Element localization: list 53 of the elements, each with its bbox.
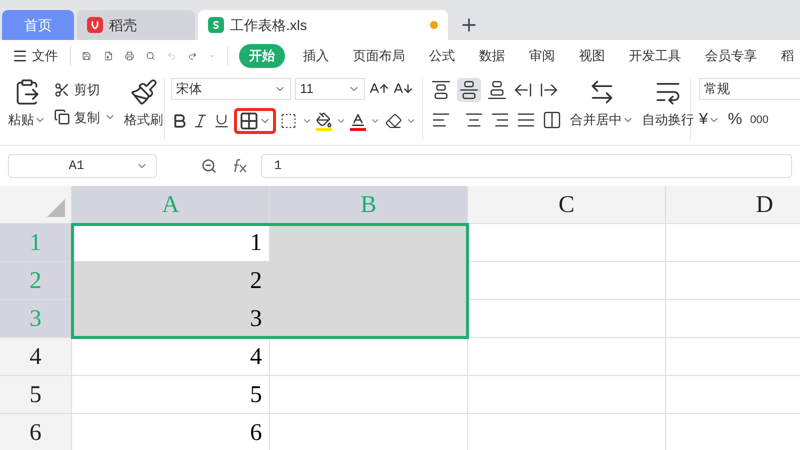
- font-size-select[interactable]: 11: [295, 78, 365, 100]
- paintbrush-icon[interactable]: [130, 78, 158, 106]
- copy-button[interactable]: 复制: [54, 108, 116, 127]
- paste-button[interactable]: 粘贴: [8, 110, 46, 130]
- cell-style-icon[interactable]: [280, 111, 298, 131]
- spreadsheet-logo-icon: [208, 17, 224, 33]
- eraser-icon[interactable]: [384, 111, 402, 131]
- row-header[interactable]: 5: [0, 376, 72, 414]
- distribute-icon[interactable]: [542, 110, 562, 130]
- number-format-select[interactable]: 常规: [699, 78, 800, 100]
- menu-tab[interactable]: 数据: [473, 46, 512, 66]
- table-cell: 3: [72, 300, 270, 338]
- tab[interactable]: 工作表格.xls: [198, 10, 448, 40]
- menu-tab[interactable]: 稻: [775, 46, 800, 66]
- tab-label: 首页: [24, 16, 52, 34]
- name-box[interactable]: A1: [8, 154, 157, 178]
- align-bottom-icon[interactable]: [487, 80, 507, 100]
- menu-tab[interactable]: 视图: [573, 46, 612, 66]
- menu-icon: [12, 48, 28, 64]
- menu-tab[interactable]: 开发工具: [623, 46, 688, 66]
- triangle-icon: [47, 199, 65, 217]
- row-header[interactable]: 4: [0, 338, 72, 376]
- menu-tab[interactable]: 页面布局: [347, 46, 412, 66]
- tab-label: 工作表格.xls: [230, 16, 307, 34]
- copy-icon: [54, 109, 70, 126]
- menu-tab[interactable]: 插入: [297, 46, 336, 66]
- column-header[interactable]: C: [468, 186, 666, 224]
- font-color-icon[interactable]: [350, 112, 366, 130]
- align-middle-icon[interactable]: [457, 78, 481, 102]
- percent-button[interactable]: %: [728, 108, 742, 132]
- border-button[interactable]: [234, 108, 276, 134]
- file-menu[interactable]: 文件: [12, 46, 58, 66]
- wrap-text-button[interactable]: 自动换行: [642, 110, 694, 130]
- tab-label: 稻壳: [109, 16, 137, 34]
- zoom-out-icon[interactable]: [201, 158, 217, 174]
- border-grid-icon: [239, 111, 260, 131]
- column-header[interactable]: D: [666, 186, 800, 224]
- menu-tab[interactable]: 会员专享: [699, 46, 764, 66]
- currency-button[interactable]: ¥: [699, 108, 720, 132]
- align-top-icon[interactable]: [431, 80, 451, 100]
- tab[interactable]: 稻壳: [77, 10, 195, 40]
- merge-center-button[interactable]: 合并居中: [570, 110, 634, 130]
- formula-input[interactable]: 1: [261, 154, 792, 178]
- fill-color-icon[interactable]: [316, 112, 332, 130]
- format-painter-button[interactable]: 格式刷: [124, 110, 163, 130]
- font-select[interactable]: 宋体: [171, 78, 291, 100]
- cut-button[interactable]: 剪切: [54, 80, 116, 100]
- row-header[interactable]: 6: [0, 414, 72, 450]
- menu-tab[interactable]: 审阅: [523, 46, 562, 66]
- menu-tab[interactable]: 公式: [423, 46, 462, 66]
- table-cell: 2: [72, 262, 270, 300]
- scissors-icon: [54, 82, 70, 98]
- thousands-button[interactable]: 000: [750, 112, 768, 128]
